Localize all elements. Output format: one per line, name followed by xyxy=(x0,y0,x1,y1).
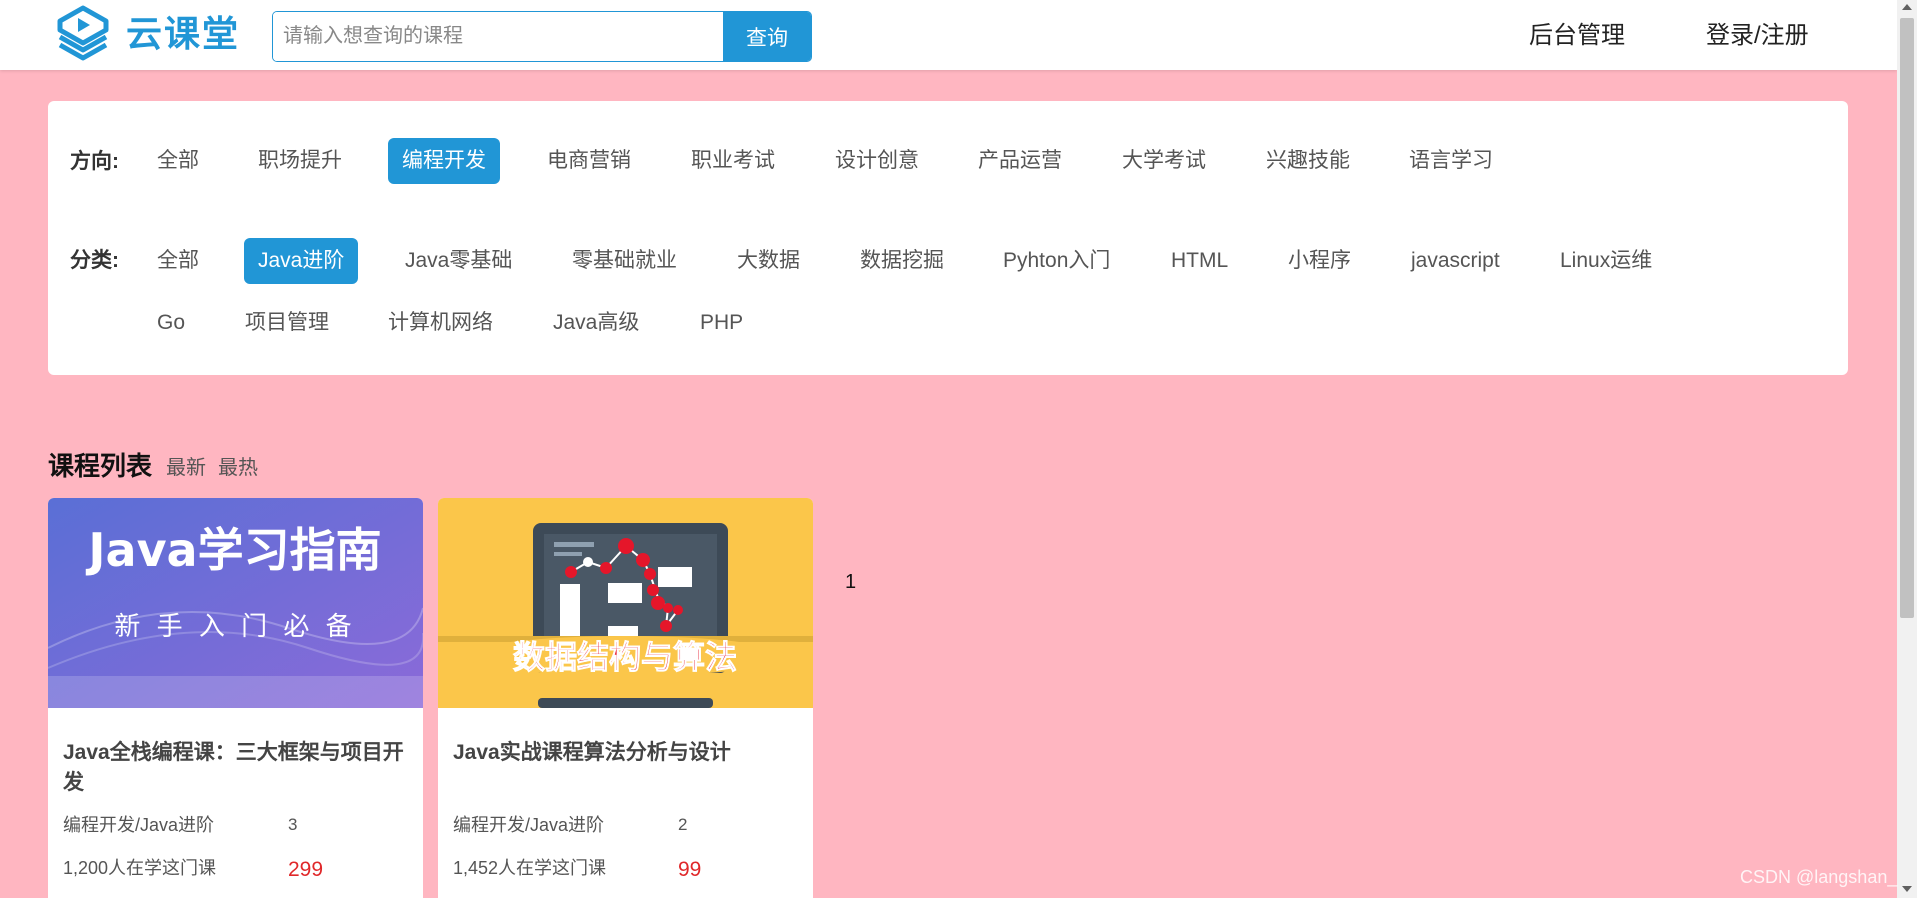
filter-panel: 方向: 全部 职场提升 编程开发 电商营销 职业考试 设计创意 产品运营 大学考… xyxy=(48,101,1848,375)
brand-name[interactable]: 云课堂 xyxy=(126,10,240,58)
direction-exam[interactable]: 职业考试 xyxy=(691,138,775,184)
course-price: 299 xyxy=(288,858,324,881)
search-bar: 查询 xyxy=(272,11,812,62)
course-learner-count: 1,452人在学这门课 xyxy=(453,858,607,878)
course-lesson-count: 2 xyxy=(678,815,688,834)
course-title[interactable]: Java实战课程算法分析与设计 xyxy=(453,738,803,768)
course-title[interactable]: Java全栈编程课：三大框架与项目开发 xyxy=(63,738,413,798)
category-python[interactable]: Pyhton入门 xyxy=(1003,238,1110,284)
direction-career[interactable]: 职场提升 xyxy=(258,138,342,184)
sort-hottest[interactable]: 最热 xyxy=(218,455,258,481)
course-category: 编程开发/Java进阶 xyxy=(63,815,215,835)
direction-product[interactable]: 产品运营 xyxy=(978,138,1062,184)
scroll-down-icon[interactable] xyxy=(1902,886,1912,892)
category-javascript[interactable]: javascript xyxy=(1411,238,1500,284)
category-miniprogram[interactable]: 小程序 xyxy=(1288,238,1351,284)
course-category: 编程开发/Java进阶 xyxy=(453,815,605,835)
category-pm[interactable]: 项目管理 xyxy=(245,300,329,346)
category-php[interactable]: PHP xyxy=(700,300,743,346)
top-navbar: 云课堂 查询 后台管理 登录/注册 xyxy=(0,0,1897,70)
category-network[interactable]: 计算机网络 xyxy=(388,300,493,346)
category-java-senior[interactable]: Java高级 xyxy=(553,300,639,346)
logo-icon[interactable] xyxy=(52,4,114,66)
direction-language[interactable]: 语言学习 xyxy=(1409,138,1493,184)
course-card[interactable]: Java学习指南 新 手 入 门 必 备 Java全栈编程课：三大框架与项目开发… xyxy=(48,498,423,898)
course-cover-image[interactable]: 数据结构与算法 xyxy=(438,498,813,708)
cover-title-text: Java学习指南 xyxy=(85,523,381,577)
course-lesson-count: 3 xyxy=(288,815,298,834)
category-label: 分类: xyxy=(70,249,119,272)
course-cover-image[interactable]: Java学习指南 新 手 入 门 必 备 xyxy=(48,498,423,708)
watermark: CSDN @langshan_ xyxy=(1740,867,1898,887)
category-job[interactable]: 零基础就业 xyxy=(572,238,677,284)
scroll-thumb[interactable] xyxy=(1900,18,1914,618)
category-datamining[interactable]: 数据挖掘 xyxy=(860,238,944,284)
category-bigdata[interactable]: 大数据 xyxy=(737,238,800,284)
page-scrollbar[interactable] xyxy=(1897,0,1917,898)
search-input[interactable] xyxy=(273,12,723,61)
direction-hobby[interactable]: 兴趣技能 xyxy=(1266,138,1350,184)
direction-college[interactable]: 大学考试 xyxy=(1122,138,1206,184)
direction-ecommerce[interactable]: 电商营销 xyxy=(547,138,631,184)
direction-all[interactable]: 全部 xyxy=(157,138,199,184)
course-list-title: 课程列表 xyxy=(48,451,153,481)
category-java-beginner[interactable]: Java零基础 xyxy=(405,238,512,284)
search-button[interactable]: 查询 xyxy=(723,12,811,61)
course-price: 99 xyxy=(678,858,702,881)
category-java-advanced[interactable]: Java进阶 xyxy=(244,238,359,284)
scroll-up-icon[interactable] xyxy=(1902,4,1912,10)
cover-subtitle-text: 新 手 入 门 必 备 xyxy=(114,612,355,642)
category-html[interactable]: HTML xyxy=(1171,238,1228,284)
direction-label: 方向: xyxy=(70,150,119,173)
nav-admin-link[interactable]: 后台管理 xyxy=(1529,20,1625,52)
sort-newest[interactable]: 最新 xyxy=(166,455,206,481)
course-card[interactable]: 数据结构与算法 Java实战课程算法分析与设计 编程开发/Java进阶 2 1,… xyxy=(438,498,813,898)
category-all[interactable]: 全部 xyxy=(157,238,199,284)
category-linux[interactable]: Linux运维 xyxy=(1560,238,1652,284)
direction-programming[interactable]: 编程开发 xyxy=(388,138,500,184)
nav-login-link[interactable]: 登录/注册 xyxy=(1706,20,1809,52)
course-learner-count: 1,200人在学这门课 xyxy=(63,858,217,878)
direction-design[interactable]: 设计创意 xyxy=(835,138,919,184)
pagination-page-1[interactable]: 1 xyxy=(845,570,856,594)
cover-title-text: 数据结构与算法 xyxy=(513,638,737,676)
category-go[interactable]: Go xyxy=(157,300,185,346)
